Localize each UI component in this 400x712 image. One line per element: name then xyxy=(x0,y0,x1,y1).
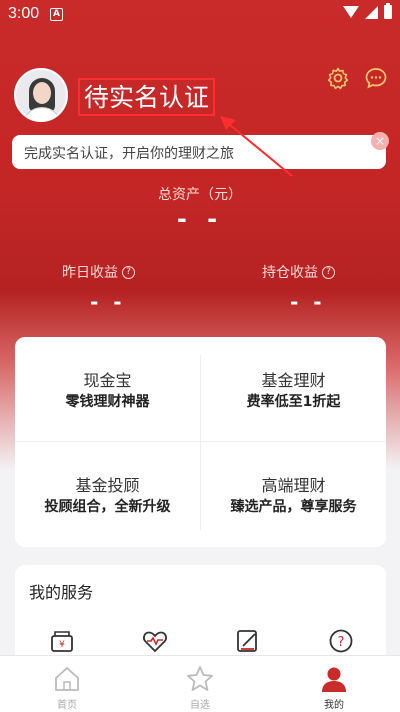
signal-icon xyxy=(365,5,378,19)
nav-watchlist[interactable]: 自选 xyxy=(160,656,240,712)
product-desc: 费率低至1折起 xyxy=(246,394,341,410)
product-high-end-finance[interactable]: 高端理财 臻选产品，尊享服务 xyxy=(201,442,386,546)
verify-banner-text: 完成实名认证，开启你的理财之旅 xyxy=(24,146,234,162)
holding-earnings-text: 持仓收益 xyxy=(262,265,318,281)
nav-label: 自选 xyxy=(190,700,210,711)
status-bar: 3:00 A xyxy=(0,0,400,28)
product-cash-treasure[interactable]: 现金宝 零钱理财神器 xyxy=(15,337,200,441)
nav-mine[interactable]: 我的 xyxy=(294,656,374,712)
user-icon xyxy=(322,667,346,692)
svg-text:¥: ¥ xyxy=(59,640,65,650)
bottom-nav: 首页 自选 我的 xyxy=(0,655,400,712)
heart-pulse-icon[interactable] xyxy=(141,627,169,655)
nav-label: 首页 xyxy=(57,700,77,711)
avatar[interactable] xyxy=(14,68,68,122)
product-fund-finance[interactable]: 基金理财 费率低至1折起 xyxy=(201,337,386,441)
help-icon[interactable]: ? xyxy=(322,265,335,279)
total-assets-value: - - xyxy=(176,205,224,233)
settings-icon[interactable] xyxy=(326,66,350,90)
verify-title[interactable]: 待实名认证 xyxy=(78,78,216,116)
verify-banner[interactable]: 完成实名认证，开启你的理财之旅 × xyxy=(12,132,389,169)
product-desc: 臻选产品，尊享服务 xyxy=(230,499,357,515)
yesterday-earnings-label: 昨日收益 ? xyxy=(62,262,135,282)
star-icon xyxy=(187,666,213,691)
product-grid: 现金宝 零钱理财神器 基金理财 费率低至1折起 基金投顾 投顾组合，全新升级 高… xyxy=(15,337,386,547)
product-fund-advisory[interactable]: 基金投顾 投顾组合，全新升级 xyxy=(15,442,200,546)
product-desc: 零钱理财神器 xyxy=(65,394,150,410)
product-name: 现金宝 xyxy=(83,371,132,390)
holding-earnings-value: - - xyxy=(290,290,326,314)
product-name: 基金投顾 xyxy=(75,476,140,495)
battery-icon xyxy=(384,3,392,19)
status-indicators xyxy=(343,3,392,19)
product-desc: 投顾组合，全新升级 xyxy=(44,499,171,515)
product-name: 高端理财 xyxy=(261,476,326,495)
wallet-icon[interactable]: ¥ xyxy=(48,627,76,655)
product-name: 基金理财 xyxy=(261,371,326,390)
svg-text:?: ? xyxy=(338,635,345,650)
help-circle-icon[interactable]: ? xyxy=(327,627,355,655)
home-icon xyxy=(55,667,79,691)
avatar-body xyxy=(22,107,62,120)
nav-home[interactable]: 首页 xyxy=(27,656,107,712)
notification-icon: A xyxy=(50,8,63,21)
annotation-arrow-icon xyxy=(220,116,293,177)
services-card: 我的服务 ¥ ? xyxy=(15,565,386,665)
edit-note-icon[interactable] xyxy=(234,627,262,655)
yesterday-earnings-value: - - xyxy=(90,290,126,314)
close-icon[interactable]: × xyxy=(371,132,389,150)
help-icon[interactable]: ? xyxy=(122,265,135,279)
wifi-icon xyxy=(343,6,359,18)
services-title: 我的服务 xyxy=(29,583,94,602)
nav-label: 我的 xyxy=(324,700,344,711)
avatar-face xyxy=(33,82,51,104)
status-time: 3:00 xyxy=(8,5,40,22)
yesterday-earnings-text: 昨日收益 xyxy=(62,265,118,281)
total-assets-label: 总资产（元） xyxy=(158,187,242,203)
chat-icon[interactable] xyxy=(364,66,388,90)
holding-earnings-label: 持仓收益 ? xyxy=(262,262,335,282)
